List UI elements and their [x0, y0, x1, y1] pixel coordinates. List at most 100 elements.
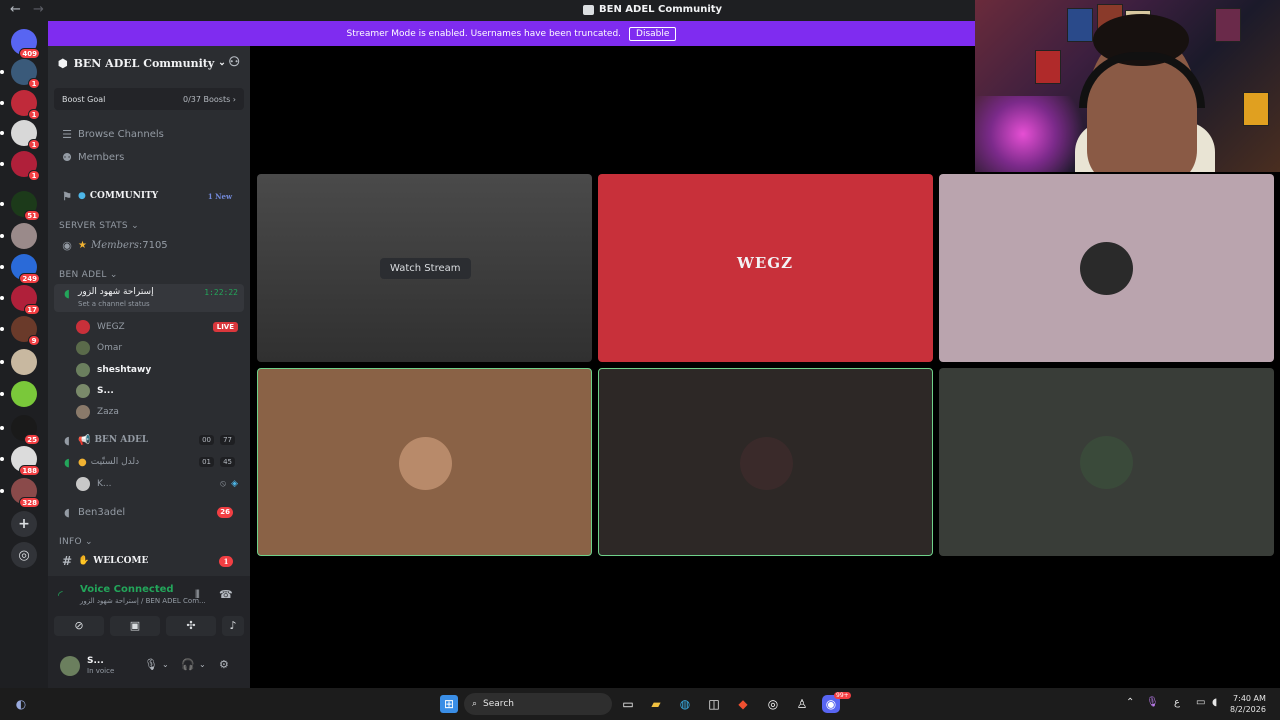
participant-avatar [399, 437, 452, 490]
taskbar-search[interactable]: ⌕ Search [464, 693, 612, 715]
stream-tile-wegz[interactable]: WEGZ [598, 174, 933, 362]
tnt-icon[interactable]: 25 [0, 415, 40, 445]
unread-pip [0, 162, 4, 166]
start-icon[interactable]: ⊞ [440, 695, 458, 713]
channel-voice-active[interactable]: ◖ إستراحة شهود الزور 1:22:22 Set a chann… [54, 284, 244, 312]
server-avatar-icon[interactable]: 188 [0, 446, 40, 476]
add-server-icon[interactable]: + [11, 511, 37, 537]
channel-ben3adel[interactable]: ◖ Ben3adel 26 [54, 502, 244, 522]
channel-members-stat[interactable]: ◉ ★ Members : 7105 [54, 235, 244, 255]
stream-tile-wegz-screen[interactable]: Watch Stream [257, 174, 592, 362]
voice-user[interactable]: Zaza [76, 403, 238, 421]
edge-icon[interactable]: ◍ [676, 695, 694, 713]
avatar[interactable] [60, 656, 80, 676]
forward-button[interactable]: → [33, 2, 44, 17]
server-avatar-icon[interactable]: 9 [0, 316, 40, 346]
category-server-stats[interactable]: SERVER STATS ⌄ [59, 221, 139, 231]
search-icon: ⌕ [472, 699, 478, 709]
channel-ben-adel[interactable]: ◖ 📢 BEN ADEL 00 77 [54, 430, 244, 450]
headphones-icon[interactable]: 🎧 [181, 658, 195, 671]
server-avatar-icon[interactable]: 1 [0, 120, 40, 150]
stream-tile-sheshtawy[interactable] [257, 368, 592, 556]
watch-stream-button[interactable]: Watch Stream [380, 258, 471, 279]
gear-icon[interactable]: ⚙ [219, 658, 229, 671]
avatar [76, 384, 90, 398]
weather-icon[interactable]: ◐ [12, 695, 30, 713]
mic-icon[interactable]: 🎙 [144, 658, 158, 671]
channel-arabic[interactable]: ◖ ● دلدل الستّيت 01 45 [54, 452, 244, 472]
clock[interactable]: 7:40 AM 8/2/2026 [1230, 693, 1266, 715]
steam-icon[interactable]: ◎ [764, 695, 782, 713]
server-avatar-icon[interactable]: 51 [0, 191, 40, 221]
members-link[interactable]: ⚉ Members [54, 147, 244, 167]
ea-icon[interactable]: 1 [0, 90, 40, 120]
category-ben-adel[interactable]: BEN ADEL ⌄ [59, 270, 118, 280]
voice-user[interactable]: WEGZ LIVE [76, 318, 238, 336]
chevron-up-icon[interactable]: ⌃ [1126, 697, 1134, 708]
disconnect-icon[interactable]: ☎ [219, 588, 233, 601]
discord-home-icon[interactable]: 409 [11, 29, 40, 59]
channel-status[interactable]: Set a channel status [78, 300, 150, 308]
stream-tile-zaza[interactable] [939, 368, 1274, 556]
window-title: BEN ADEL Community [583, 4, 722, 15]
chevron-down-icon[interactable]: ⌄ [162, 660, 169, 669]
discord-window: ← → BEN ADEL Community 409 1 1 1 1 51 249 17 9 25… [0, 0, 1280, 720]
category-info[interactable]: INFO ⌄ [59, 537, 93, 547]
globe-icon: ● [78, 191, 86, 201]
server-avatar-icon[interactable] [0, 381, 37, 407]
file-explorer-icon[interactable]: ▰ [647, 695, 665, 713]
participant-avatar [740, 437, 793, 490]
voice-user[interactable]: Omar [76, 339, 238, 357]
boost-goal[interactable]: Boost Goal 0/37 Boosts › [54, 88, 244, 110]
unread-pip [0, 457, 4, 461]
store-icon[interactable]: ◫ [705, 695, 723, 713]
boost-goal-label: Boost Goal [62, 94, 106, 104]
unread-pip [0, 489, 4, 493]
activities-button[interactable]: ✣ [166, 616, 216, 636]
back-button[interactable]: ← [10, 2, 21, 17]
unread-pip [0, 426, 4, 430]
soundboard-button[interactable]: ♪ [222, 616, 244, 636]
mic-tray-icon[interactable]: 🎙 [1146, 697, 1159, 708]
browse-channels[interactable]: ☰ Browse Channels [54, 124, 244, 144]
server-avatar-icon[interactable]: 1 [0, 59, 40, 89]
discover-icon[interactable]: ◎ [11, 542, 37, 568]
server-avatar [11, 381, 37, 407]
unread-pip [0, 392, 4, 396]
brave-icon[interactable]: ◆ [734, 695, 752, 713]
language-indicator[interactable]: ع [1174, 697, 1180, 708]
voice-user[interactable]: sheshtawy [76, 361, 238, 379]
noise-suppression-icon[interactable]: ⦀ [195, 588, 200, 602]
voice-user-k[interactable]: K... ⦸ ◈ [76, 475, 238, 493]
shield-icon: ◈ [231, 479, 238, 489]
volume-icon[interactable]: ◖ [1212, 697, 1217, 708]
channel-community[interactable]: ⚑ ● COMMUNITY 1 New [54, 186, 244, 206]
server-avatar-icon[interactable] [0, 223, 37, 249]
server-avatar-icon[interactable] [0, 349, 37, 375]
channel-welcome[interactable]: # ✋ WELCOME 1 [54, 551, 244, 571]
camera-off-button[interactable]: ⊘ [54, 616, 104, 636]
mention-badge: 17 [24, 304, 40, 315]
voice-connected-subtitle[interactable]: إستراحة شهود الزور / BEN ADEL Com... [80, 597, 206, 605]
chevron-down-icon[interactable]: ⌄ [199, 660, 206, 669]
voice-user[interactable]: S... [76, 382, 238, 400]
server-avatar-icon[interactable]: 249 [0, 254, 40, 284]
unread-pip [0, 202, 4, 206]
app-icon[interactable]: ♙ [793, 695, 811, 713]
voice-connected-title[interactable]: Voice Connected [80, 584, 174, 595]
ea-icon[interactable]: 17 [0, 285, 40, 315]
mention-badge: 26 [217, 507, 233, 518]
stream-tile-omar[interactable] [939, 174, 1274, 362]
invite-people-icon[interactable]: ⚇ [228, 55, 240, 70]
network-icon[interactable]: ▭ [1196, 697, 1205, 708]
ea-icon[interactable]: 1 [0, 151, 40, 181]
mention-badge: 51 [24, 210, 40, 221]
server-avatar-icon[interactable]: 328 [0, 478, 40, 508]
discover-face: ◎ [11, 542, 37, 568]
server-header[interactable]: ⬢ BEN ADEL Community ⌄ ⚇ [48, 46, 250, 80]
mention-badge: 188 [19, 465, 40, 476]
task-view-icon[interactable]: ▭ [619, 695, 637, 713]
share-screen-button[interactable]: ▣ [110, 616, 160, 636]
disable-button[interactable]: Disable [629, 26, 677, 41]
stream-tile-s[interactable] [598, 368, 933, 556]
